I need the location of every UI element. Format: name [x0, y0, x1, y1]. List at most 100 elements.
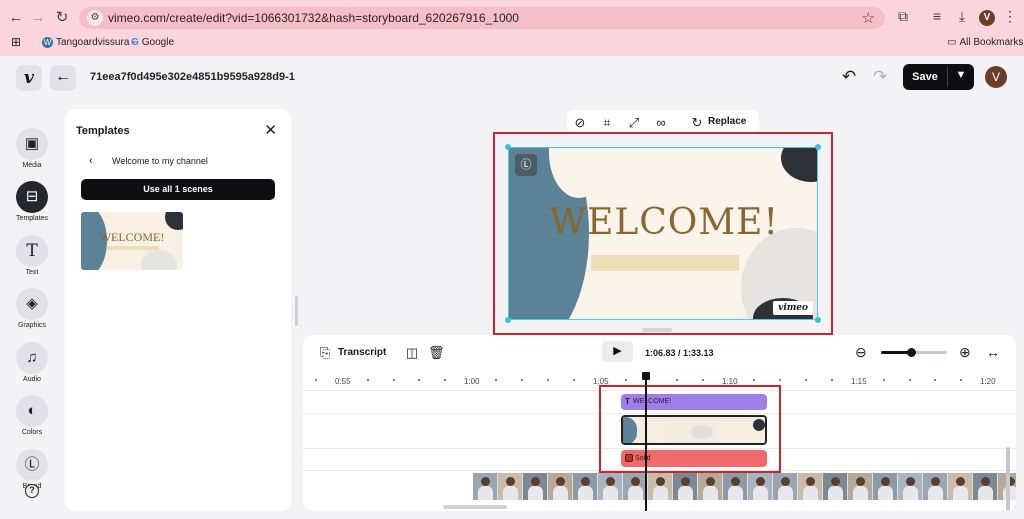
split-icon[interactable]: ◫	[404, 345, 420, 361]
save-button-group: Save ▼	[903, 64, 974, 90]
frame-figure	[831, 477, 840, 486]
film-frame	[523, 473, 548, 500]
solid-color-swatch	[625, 454, 633, 462]
rail-item-graphics[interactable]: ◈ Graphics	[14, 288, 50, 329]
forward-arrow-icon[interactable]: →	[28, 8, 48, 28]
film-frame	[498, 473, 523, 500]
colors-icon: ◐	[16, 395, 48, 427]
bookmark-star-icon[interactable]: ☆	[862, 9, 875, 27]
frame-figure-body	[953, 486, 968, 500]
template-thumbnail[interactable]: WELCOME!	[81, 212, 183, 270]
ruler-dot	[495, 379, 497, 381]
film-frame	[548, 473, 573, 500]
time-display: 1:06.83 / 1:33.13	[645, 348, 714, 358]
playhead[interactable]	[645, 380, 647, 511]
frame-figure-body	[903, 486, 918, 500]
use-all-scenes-button[interactable]: Use all 1 scenes	[81, 179, 275, 200]
ruler-dot	[883, 379, 885, 381]
bookmark-google[interactable]: G Google	[131, 37, 174, 48]
trash-icon[interactable]: 🗑	[428, 345, 445, 361]
film-frame	[798, 473, 823, 500]
resize-handle-bottom-left[interactable]	[505, 317, 511, 323]
frame-figure-body	[778, 486, 793, 500]
site-settings-icon[interactable]: ⚙	[87, 10, 103, 26]
rail-item-colors[interactable]: ◐ Colors	[14, 395, 50, 436]
rail-item-media[interactable]: ▣ Media	[14, 128, 50, 169]
play-button[interactable]: ▶	[602, 341, 633, 362]
expand-icon[interactable]: ⤢	[626, 115, 642, 131]
link-icon[interactable]: ∞	[653, 115, 669, 130]
film-frame	[873, 473, 898, 500]
extensions-icon[interactable]: ⧉	[894, 8, 912, 25]
film-frame	[973, 473, 998, 500]
crop-icon[interactable]: ⌗	[599, 115, 615, 131]
audio-icon: ♫	[16, 342, 48, 374]
zoom-in-icon[interactable]: ⊕	[959, 344, 971, 361]
bookmark-tangoardvissura[interactable]: W Tangoardvissura -	[42, 37, 135, 48]
film-frame	[473, 473, 498, 500]
rail-item-audio[interactable]: ♫ Audio	[14, 342, 50, 383]
reload-icon[interactable]: ↻	[52, 8, 72, 28]
frame-figure	[606, 477, 615, 486]
media-control-icon[interactable]: ≡	[928, 8, 946, 24]
playhead-handle[interactable]	[642, 372, 650, 380]
apps-grid-icon[interactable]: ⊞	[11, 35, 21, 49]
template-video-clip[interactable]	[621, 415, 767, 445]
hide-icon[interactable]: ⊘	[572, 115, 588, 131]
layer-badge-icon[interactable]: Ⓛ	[515, 154, 537, 176]
fit-width-icon[interactable]: ↔	[986, 344, 1000, 360]
horizontal-scrollbar[interactable]	[443, 505, 507, 509]
rail-label: Text	[25, 269, 39, 276]
text-clip[interactable]: T WELCOME!	[621, 394, 767, 410]
clip-frame	[719, 417, 765, 443]
download-icon[interactable]: ⤓	[953, 8, 971, 25]
zoom-slider[interactable]	[881, 348, 947, 357]
undo-icon[interactable]: ↶	[842, 67, 856, 87]
rail-label: Graphics	[17, 322, 46, 329]
vimeo-logo[interactable]: v	[16, 65, 42, 91]
preview-canvas[interactable]: WELCOME! Ⓛ vimeo	[508, 147, 818, 320]
back-button[interactable]: ←	[50, 65, 76, 91]
ruler-dot	[676, 379, 678, 381]
rail-item-templates[interactable]: ⊟ Templates	[14, 181, 50, 222]
chevron-left-icon[interactable]: ‹	[89, 155, 93, 167]
timeline-resize-handle[interactable]	[642, 328, 672, 332]
zoom-out-icon[interactable]: ⊖	[855, 344, 867, 361]
vimeo-editor: v ← 71eea7f0d495e302e4851b9595a928d9-1 ↶…	[0, 56, 1024, 519]
panel-resize-handle[interactable]	[295, 296, 298, 326]
browser-profile-avatar[interactable]: V	[979, 10, 995, 26]
help-icon[interactable]: ?	[25, 484, 39, 498]
resize-handle-top-right[interactable]	[815, 144, 821, 150]
save-button[interactable]: Save	[903, 71, 947, 83]
templates-panel: Templates ✕ ‹ Welcome to my channel Use …	[65, 109, 291, 511]
replace-icon: ↻	[691, 115, 703, 130]
solid-clip-label: Solid	[635, 455, 651, 462]
zoom-slider-knob[interactable]	[906, 348, 916, 357]
all-bookmarks[interactable]: ▭ All Bookmarks	[947, 37, 1023, 48]
ruler-tick: 1:20	[980, 377, 996, 386]
timeline-panel: ⎘ Transcript ◫ 🗑 ▶ 1:06.83 / 1:33.13 ⊖ ⊕…	[303, 335, 1016, 511]
address-bar[interactable]: ⚙ vimeo.com/create/edit?vid=1066301732&h…	[79, 7, 885, 29]
frame-figure-body	[528, 486, 543, 500]
chevron-down-icon[interactable]: ▼	[950, 69, 972, 81]
avatar[interactable]: V	[985, 66, 1007, 88]
ruler-dot	[909, 379, 911, 381]
rail-item-text[interactable]: T Text	[14, 235, 50, 276]
resize-handle-bottom-right[interactable]	[815, 317, 821, 323]
back-arrow-icon[interactable]: ←	[6, 8, 26, 28]
transcript-button[interactable]: Transcript	[338, 347, 386, 358]
url-text[interactable]: vimeo.com/create/edit?vid=1066301732&has…	[108, 11, 519, 25]
text-clip-icon: T	[625, 397, 630, 406]
solid-clip[interactable]: Solid	[621, 450, 767, 467]
wordpress-icon: W	[42, 37, 53, 48]
redo-icon[interactable]: ↷	[873, 67, 887, 87]
rail-label: Templates	[16, 215, 48, 222]
resize-handle-top-left[interactable]	[505, 144, 511, 150]
replace-button[interactable]: Replace	[708, 116, 746, 127]
video-clip[interactable]	[473, 473, 1016, 500]
close-icon[interactable]: ✕	[264, 121, 277, 139]
ruler-tick: 0:55	[335, 377, 351, 386]
ruler-dot	[934, 379, 936, 381]
vertical-scrollbar[interactable]	[1006, 447, 1010, 511]
browser-menu-icon[interactable]: ⋮	[1001, 8, 1019, 25]
